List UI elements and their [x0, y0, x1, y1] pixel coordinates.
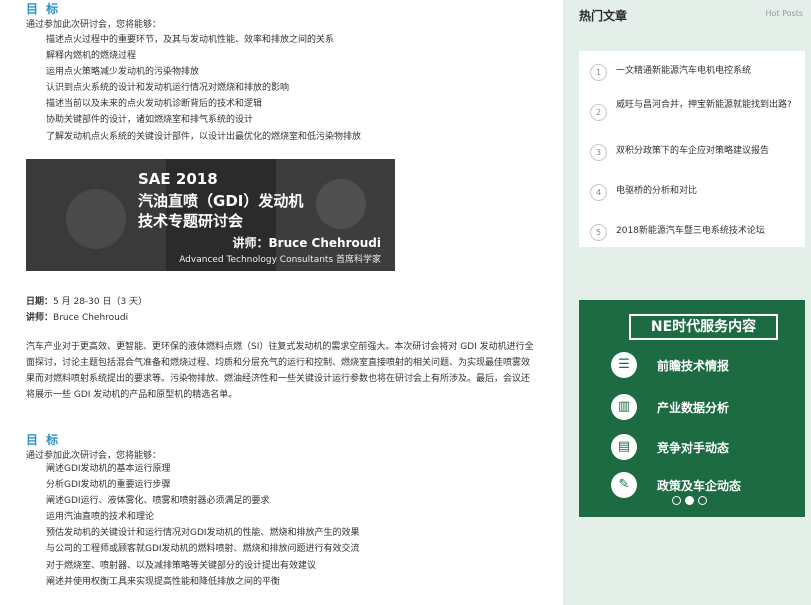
- sidebar: 热门文章 Hot Posts 1 一文精通新能源汽车电机电控系统 2 威旺与昌河…: [563, 0, 811, 605]
- section-intro: 通过参加此次研讨会，您将能够：: [26, 451, 162, 461]
- list-item: 认识到点火系统的设计和发动机运行情况对燃烧和排放的影响: [46, 83, 290, 94]
- post-rank-badge: 3: [590, 144, 607, 161]
- banner-title-line1: SAE 2018: [138, 170, 218, 188]
- hot-post-item[interactable]: 3 双积分政策下的车企应对策略建议报告: [579, 133, 805, 173]
- list-item: 描述当前以及未来的点火发动机诊断背后的技术和逻辑: [46, 99, 263, 110]
- hot-posts-subtitle: Hot Posts: [765, 9, 804, 18]
- post-link[interactable]: 威旺与昌河合并，押宝新能源就能找到出路?: [616, 99, 796, 112]
- hot-posts-list: 1 一文精通新能源汽车电机电控系统 2 威旺与昌河合并，押宝新能源就能找到出路?…: [579, 51, 805, 247]
- banner-title-line2: 汽油直喷（GDI）发动机: [138, 192, 304, 210]
- objectives-list: 描述点火过程中的重要环节，及其与发动机性能、效率和排放之间的关系 解释内燃机的燃…: [46, 32, 361, 145]
- service-label: 产业数据分析: [657, 401, 730, 415]
- list-item: 解释内燃机的燃烧过程: [46, 51, 137, 62]
- post-link[interactable]: 一文精通新能源汽车电机电控系统: [616, 65, 796, 78]
- section-intro: 通过参加此次研讨会，您将能够：: [26, 20, 162, 30]
- carousel-dot[interactable]: [672, 496, 681, 505]
- list-item: 阐述并使用权衡工具来实现提高性能和降低排放之间的平衡: [46, 576, 281, 587]
- services-title: NE时代服务内容: [629, 314, 778, 340]
- banner-title-line3: 技术专题研讨会: [138, 212, 244, 230]
- speaker-value: Bruce Chehroudi: [53, 313, 129, 323]
- service-label: 前瞻技术情报: [657, 359, 730, 373]
- post-link[interactable]: 双积分政策下的车企应对策略建议报告: [616, 145, 796, 158]
- chart-icon: ▥: [611, 394, 637, 420]
- post-rank-badge: 4: [590, 184, 607, 201]
- section-title-objectives: 目 标: [26, 2, 61, 16]
- list-item: 对于燃烧室、喷射器、以及减排策略等关键部分的设计提出有效建议: [46, 560, 317, 571]
- hot-post-item[interactable]: 4 电驱桥的分析和对比: [579, 173, 805, 213]
- hot-post-item[interactable]: 1 一文精通新能源汽车电机电控系统: [579, 53, 805, 93]
- list-item: 运用点火策略减少发动机的污染物排放: [46, 67, 200, 78]
- hot-post-item[interactable]: 5 2018新能源汽车暨三电系统技术论坛: [579, 213, 805, 253]
- news-icon: ☰: [611, 352, 637, 378]
- hot-post-item[interactable]: 2 威旺与昌河合并，押宝新能源就能找到出路?: [579, 93, 805, 133]
- post-link[interactable]: 电驱桥的分析和对比: [616, 185, 796, 198]
- list-item: 运用汽油直喷的技术和理论: [46, 512, 155, 523]
- post-rank-badge: 2: [590, 104, 607, 121]
- banner-speaker: 讲师：Bruce Chehroudi: [232, 236, 381, 250]
- service-label: 竞争对手动态: [657, 441, 730, 455]
- list-item: 预估发动机的关键设计和运行情况对GDI发动机的性能、燃烧和排放产生的效果: [46, 528, 360, 539]
- policy-icon: ✎: [611, 472, 637, 498]
- hot-posts-title: 热门文章: [579, 9, 628, 23]
- banner-organization: Advanced Technology Consultants 首席科学家: [179, 255, 381, 265]
- event-date: 日期：5 月 28-30 日（3 天）: [26, 294, 147, 307]
- post-rank-badge: 5: [590, 224, 607, 241]
- post-link[interactable]: 2018新能源汽车暨三电系统技术论坛: [616, 225, 796, 238]
- seminar-banner-image: SAE 2018 汽油直喷（GDI）发动机 技术专题研讨会 讲师：Bruce C…: [26, 159, 395, 271]
- carousel-dot[interactable]: [698, 496, 707, 505]
- date-value: 5 月 28-30 日（3 天）: [53, 297, 148, 307]
- list-item: 描述点火过程中的重要环节，及其与发动机性能、效率和排放之间的关系: [46, 35, 335, 45]
- services-banner[interactable]: NE时代服务内容 ☰ 前瞻技术情报 ▥ 产业数据分析 ▤ 竞争对手动态 ✎ 政策…: [579, 300, 805, 517]
- list-item: 阐述GDI发动机的基本运行原理: [46, 464, 171, 474]
- engine-graphic: [316, 179, 366, 229]
- list-item: 了解发动机点火系统的关键设计部件，以设计出最优化的燃烧室和低污染物排放: [46, 131, 362, 142]
- date-label: 日期：: [26, 297, 54, 307]
- list-item: 协助关键部件的设计，诸如燃烧室和排气系统的设计: [46, 115, 254, 126]
- event-speaker: 讲师：Bruce Chehroudi: [26, 310, 128, 323]
- list-item: 分析GDI发动机的重要运行步骤: [46, 480, 171, 491]
- main-content: 目 标 通过参加此次研讨会，您将能够： 描述点火过程中的重要环节，及其与发动机性…: [0, 0, 563, 605]
- objectives-list: 阐述GDI发动机的基本运行原理 分析GDI发动机的重要运行步骤 阐述GDI运行、…: [46, 461, 360, 590]
- list-item: 与公司的工程师或顾客就GDI发动机的燃料喷射、燃烧和排放问题进行有效交流: [46, 544, 360, 555]
- engine-graphic: [66, 189, 126, 249]
- carousel-dot-active[interactable]: [685, 496, 694, 505]
- list-item: 阐述GDI运行、液体雾化、喷雾和喷射器必须满足的要求: [46, 496, 270, 507]
- post-rank-badge: 1: [590, 64, 607, 81]
- description-paragraph: 汽车产业对于更高效、更智能、更环保的液体燃料点燃（SI）往复式发动机的需求空前强…: [26, 342, 534, 400]
- speaker-label: 讲师：: [26, 313, 54, 323]
- competitor-icon: ▤: [611, 434, 637, 460]
- section-title-objectives: 目 标: [26, 433, 61, 447]
- service-label: 政策及车企动态: [657, 479, 742, 493]
